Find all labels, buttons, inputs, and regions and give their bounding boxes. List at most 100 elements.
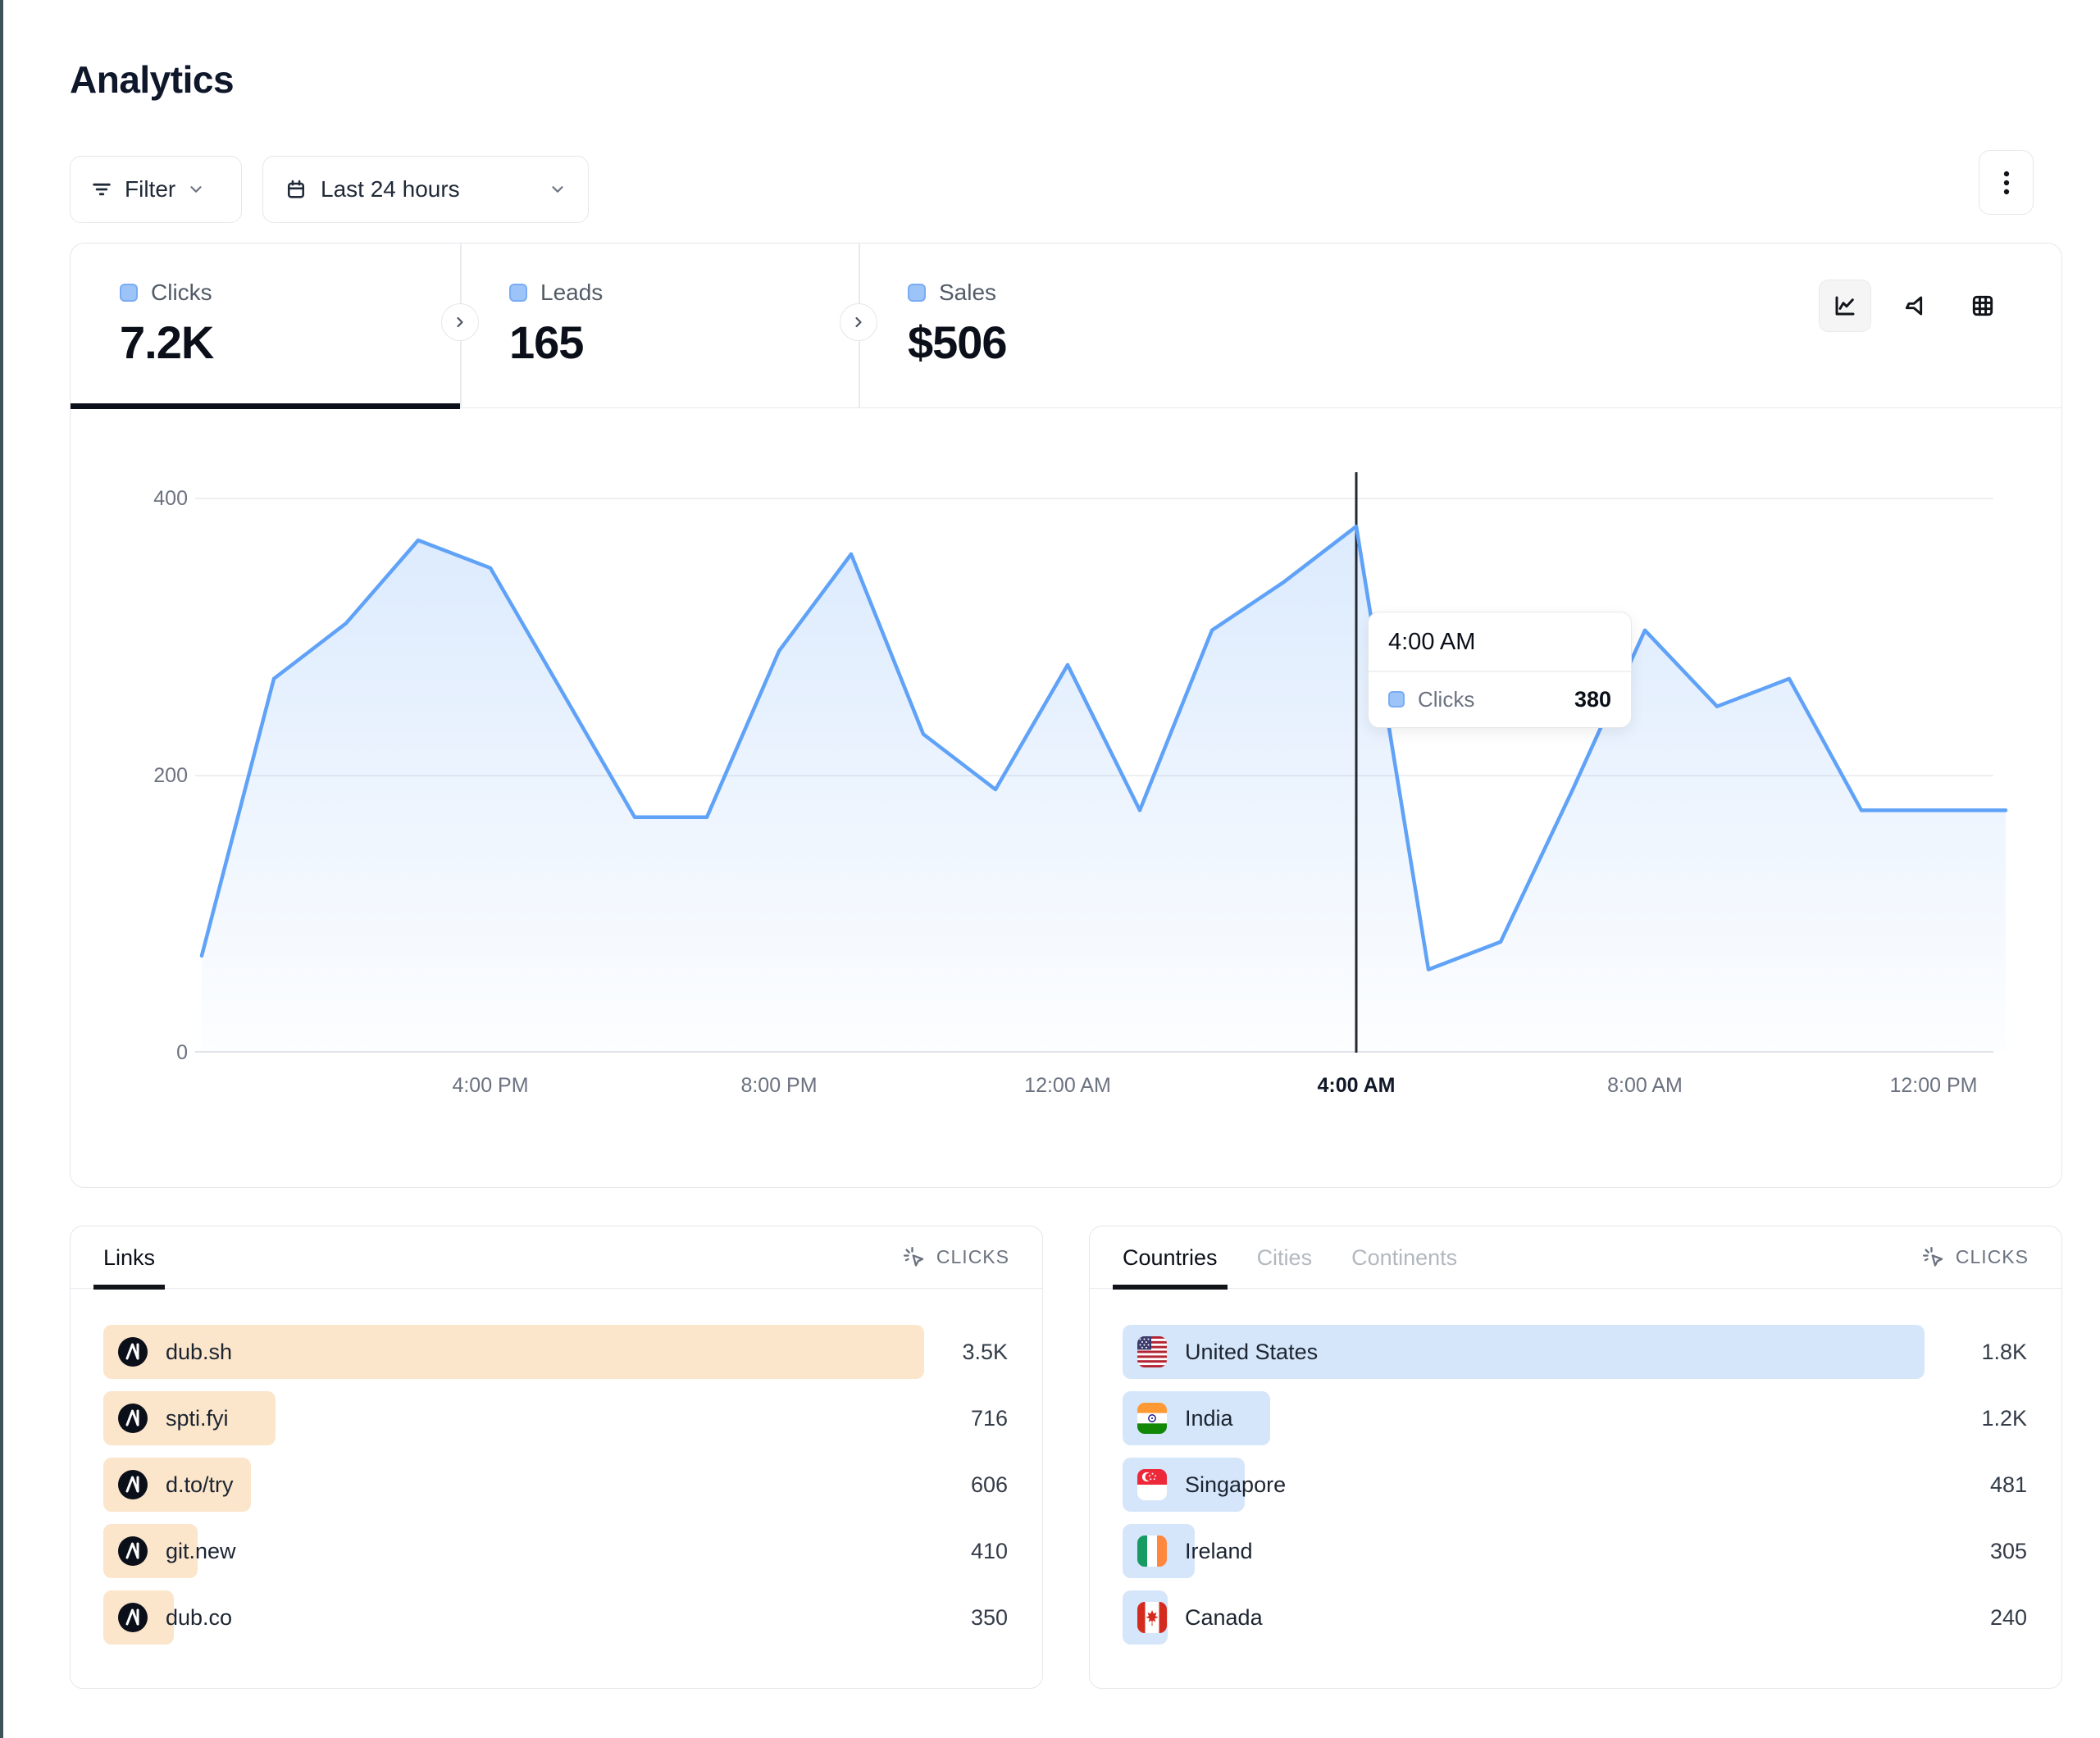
links-panel: Links CLICKS dub.sh 3.5K: [70, 1226, 1043, 1689]
y-axis-tick-label: 200: [98, 762, 188, 789]
funnel-icon: [1901, 293, 1927, 319]
flag-united-states-icon: [1137, 1336, 1167, 1367]
x-axis-tick-label: 8:00 AM: [1607, 1074, 1683, 1098]
expand-leads-button[interactable]: [840, 303, 877, 341]
x-axis-tick-label: 12:00 AM: [1024, 1074, 1111, 1098]
link-row-git-new[interactable]: git.new 410: [103, 1524, 1009, 1578]
left-edge-strip: [0, 0, 3, 1738]
cursor-click-icon: [1921, 1245, 1946, 1270]
flag-canada-icon: [1137, 1602, 1167, 1633]
more-menu-button[interactable]: [1979, 150, 2034, 215]
links-metric-button[interactable]: CLICKS: [902, 1245, 1009, 1270]
filter-label: Filter: [125, 176, 175, 202]
country-value: 1.8K: [1981, 1340, 2029, 1365]
link-value: 716: [971, 1406, 1009, 1431]
tooltip-time-label: 4:00 AM: [1369, 612, 1631, 671]
tab-leads[interactable]: Leads 165: [460, 243, 859, 407]
stat-label: Leads: [540, 280, 603, 306]
country-row-singapore[interactable]: Singapore 481: [1123, 1458, 2029, 1512]
links-list: dub.sh 3.5K spti.fyi 716 d.to/try 606: [71, 1289, 1042, 1645]
tab-continents[interactable]: Continents: [1351, 1226, 1457, 1289]
chart-tooltip: 4:00 AM Clicks 380: [1368, 612, 1632, 728]
chevron-right-icon: [452, 314, 468, 330]
stat-label: Sales: [939, 280, 996, 306]
filter-button[interactable]: Filter: [70, 156, 242, 223]
x-axis-tick-label: 4:00 AM: [1318, 1074, 1396, 1098]
country-row-canada[interactable]: Canada 240: [1123, 1590, 2029, 1645]
stat-value: 7.2K: [120, 316, 460, 369]
link-row-d-to-try[interactable]: d.to/try 606: [103, 1458, 1009, 1512]
dub-logo-icon: [118, 1536, 148, 1566]
chevron-right-icon: [850, 314, 867, 330]
dub-logo-icon: [118, 1404, 148, 1433]
expand-clicks-button[interactable]: [441, 303, 479, 341]
x-axis-tick-label: 4:00 PM: [452, 1074, 528, 1098]
chart-type-switcher: [1819, 280, 2009, 332]
date-range-label: Last 24 hours: [321, 176, 460, 202]
country-value: 1.2K: [1981, 1406, 2029, 1431]
cursor-click-icon: [902, 1245, 927, 1270]
country-label: Canada: [1185, 1605, 1263, 1631]
country-row-ireland[interactable]: Ireland 305: [1123, 1524, 2029, 1578]
area-fill: [202, 526, 2006, 1053]
chevron-down-icon: [187, 180, 205, 198]
date-range-button[interactable]: Last 24 hours: [262, 156, 589, 223]
country-label: United States: [1185, 1340, 1318, 1365]
link-value: 410: [971, 1539, 1009, 1564]
link-label: git.new: [166, 1539, 236, 1564]
dub-logo-icon: [118, 1470, 148, 1499]
x-axis: 4:00 PM8:00 PM12:00 AM4:00 AM8:00 AM12:0…: [195, 1074, 2012, 1103]
stat-label: Clicks: [151, 280, 212, 306]
y-axis-tick-label: 400: [98, 485, 188, 512]
line-chart-view-button[interactable]: [1819, 280, 1871, 332]
tab-cities[interactable]: Cities: [1257, 1226, 1313, 1289]
clicks-area-chart[interactable]: 0200400 4:00 PM8:00 PM12:00 AM4:00 AM8:0…: [71, 408, 2061, 1187]
filter-icon: [90, 178, 113, 201]
country-label: Singapore: [1185, 1472, 1286, 1498]
country-label: Ireland: [1185, 1539, 1253, 1564]
chart-canvas: [195, 460, 2012, 1053]
flag-india-icon: [1137, 1403, 1167, 1434]
country-value: 305: [1990, 1539, 2029, 1564]
metric-label: CLICKS: [1956, 1246, 2029, 1268]
flag-ireland-icon: [1137, 1536, 1167, 1567]
link-label: dub.co: [166, 1605, 232, 1631]
dub-logo-icon: [118, 1337, 148, 1367]
link-label: spti.fyi: [166, 1406, 229, 1431]
funnel-view-button[interactable]: [1888, 280, 1940, 332]
link-value: 606: [971, 1472, 1009, 1498]
stats-tabstrip: Clicks 7.2K Leads 165 Sales $506: [71, 243, 2061, 408]
calendar-icon: [285, 178, 307, 201]
country-value: 481: [1990, 1472, 2029, 1498]
clicks-legend-square-icon: [1388, 691, 1405, 707]
countries-panel-header: Countries Cities Continents CLICKS: [1090, 1226, 2061, 1289]
stat-value: 165: [509, 316, 859, 369]
country-value: 240: [1990, 1605, 2029, 1631]
link-label: d.to/try: [166, 1472, 234, 1498]
clicks-legend-square-icon: [120, 284, 138, 302]
page-title: Analytics: [70, 57, 234, 102]
y-axis-tick-label: 0: [98, 1040, 188, 1066]
link-row-dub-sh[interactable]: dub.sh 3.5K: [103, 1325, 1009, 1379]
tab-links[interactable]: Links: [103, 1226, 155, 1289]
tab-countries[interactable]: Countries: [1123, 1226, 1218, 1289]
tab-clicks[interactable]: Clicks 7.2K: [71, 243, 460, 407]
tooltip-series-label: Clicks: [1418, 687, 1474, 712]
analytics-card: Clicks 7.2K Leads 165 Sales $506: [70, 243, 2062, 1188]
link-value: 3.5K: [962, 1340, 1009, 1365]
link-row-dub-co[interactable]: dub.co 350: [103, 1590, 1009, 1645]
dub-logo-icon: [118, 1603, 148, 1632]
sales-legend-square-icon: [908, 284, 926, 302]
country-row-india[interactable]: India 1.2K: [1123, 1391, 2029, 1445]
metric-label: CLICKS: [936, 1246, 1009, 1268]
countries-list: United States 1.8K India 1.2K: [1090, 1289, 2061, 1645]
x-axis-tick-label: 12:00 PM: [1889, 1074, 1977, 1098]
link-row-spti-fyi[interactable]: spti.fyi 716: [103, 1391, 1009, 1445]
line-chart-icon: [1832, 293, 1858, 319]
countries-metric-button[interactable]: CLICKS: [1921, 1245, 2029, 1270]
country-row-united-states[interactable]: United States 1.8K: [1123, 1325, 2029, 1379]
link-label: dub.sh: [166, 1340, 232, 1365]
table-view-button[interactable]: [1957, 280, 2009, 332]
kebab-menu-icon: [1994, 169, 2019, 197]
chevron-down-icon: [549, 180, 567, 198]
